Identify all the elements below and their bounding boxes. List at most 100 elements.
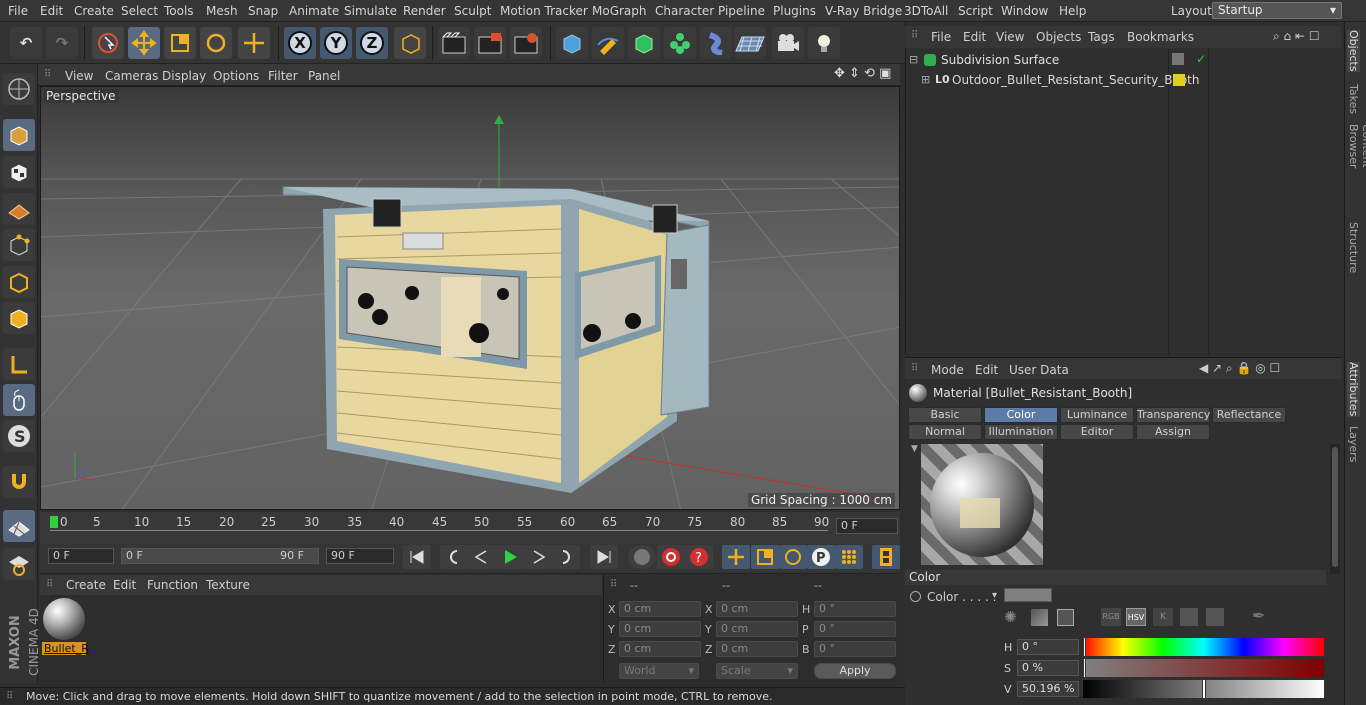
magnet-icon[interactable] [3,466,35,498]
tab-assign[interactable]: Assign [1136,424,1210,440]
points-mode-icon[interactable] [3,229,35,261]
menu-simulate[interactable]: Simulate [344,4,397,18]
menu-plugins[interactable]: Plugins [773,4,816,18]
autokey-off-icon[interactable] [628,545,656,569]
pos-x-field[interactable]: 0 cm [619,601,701,617]
polygons-mode-icon[interactable] [3,302,35,334]
perspective-viewport[interactable]: Perspective Grid Spacing : 1000 cm [40,86,900,510]
menu-render[interactable]: Render [403,4,446,18]
objects-menu-objects[interactable]: Objects [1036,30,1081,44]
move-tool-icon[interactable] [128,27,160,59]
playhead[interactable] [50,516,58,528]
side-tab-content-browser[interactable]: Content Browser [1347,124,1366,209]
menu-select[interactable]: Select [121,4,158,18]
hsv-mode-button[interactable]: HSV [1126,608,1146,626]
visibility-toggle-icon[interactable] [1172,53,1184,65]
menu-script[interactable]: Script [958,4,993,18]
objects-menu-edit[interactable]: Edit [963,30,986,44]
pen-spline-icon[interactable] [592,27,624,59]
coordinate-system-icon[interactable] [394,27,426,59]
menu-file[interactable]: File [8,4,28,18]
next-key-icon[interactable] [552,545,580,569]
saturation-slider[interactable] [1083,658,1324,678]
image-picker-icon[interactable] [1057,609,1074,626]
rgb-mode-button[interactable]: RGB [1101,608,1121,626]
coord-scale-select[interactable]: Scale ▾ [716,663,798,679]
light-icon[interactable] [808,27,840,59]
saturation-handle[interactable] [1083,658,1086,678]
objects-menu-view[interactable]: View [996,30,1024,44]
rot-p-field[interactable]: 0 ° [814,621,896,637]
size-y-field[interactable]: 0 cm [716,621,798,637]
deformer-icon[interactable] [700,27,732,59]
rot-h-field[interactable]: 0 ° [814,601,896,617]
tab-illumination[interactable]: Illumination [984,424,1058,440]
side-tab-objects[interactable]: Objects [1347,30,1360,72]
autokey-help-icon[interactable]: ? [685,545,713,569]
attr-scrollbar-thumb[interactable] [1332,447,1338,567]
viewport-menu-panel[interactable]: Panel [308,69,340,83]
menu-mesh[interactable]: Mesh [206,4,238,18]
menu-window[interactable]: Window [1001,4,1048,18]
menu-3dtoall[interactable]: 3DToAll [904,4,948,18]
pos-z-field[interactable]: 0 cm [619,641,701,657]
kelvin-mode-button[interactable]: K [1153,608,1173,626]
axis-mode-icon[interactable] [3,348,35,380]
go-to-start-icon[interactable] [403,545,431,569]
start-frame-field[interactable]: 0 F [48,548,114,564]
menu-motion-tracker[interactable]: Motion Tracker [500,4,588,18]
attr-nav-icons[interactable]: ◀ ↗ ⌕ 🔒 ◎ ☐ [1199,361,1280,376]
eyedropper-icon[interactable]: ✒ [1252,606,1265,625]
rot-b-field[interactable]: 0 ° [814,641,896,657]
tab-editor[interactable]: Editor [1060,424,1134,440]
menu-vray-bridge[interactable]: V-Ray Bridge [825,4,902,18]
viewport-menu-cameras[interactable]: Cameras [105,69,158,83]
menu-tools[interactable]: Tools [164,4,194,18]
tree-collapse-icon[interactable]: ⊟ [909,53,918,66]
undo-icon[interactable]: ↶ [10,27,42,59]
tab-normal[interactable]: Normal [908,424,982,440]
object-row-booth[interactable]: ⊞ L0 Outdoor_Bullet_Resistant_Security_B… [907,72,1199,90]
swatches-icon[interactable] [1206,608,1224,626]
z-axis-lock-icon[interactable]: Z [356,27,388,59]
frame-range-slider[interactable]: 0 F 90 F [121,548,319,564]
render-settings-icon[interactable] [510,27,542,59]
size-z-field[interactable]: 0 cm [716,641,798,657]
animate-color-icon[interactable] [910,591,921,602]
rotate-tool-icon[interactable] [200,27,232,59]
tweak-mode-icon[interactable] [3,384,35,416]
viewport-menu-view[interactable]: View [65,69,93,83]
side-tab-layers[interactable]: Layers [1347,426,1360,462]
menu-edit[interactable]: Edit [40,4,63,18]
redo-icon[interactable]: ↷ [46,27,78,59]
attr-menu-edit[interactable]: Edit [975,363,998,377]
color-expand-icon[interactable]: ▾ [992,590,997,601]
menu-pipeline[interactable]: Pipeline [718,4,765,18]
transform-tool-icon[interactable] [238,27,270,59]
snap-icon[interactable]: S [3,420,35,452]
attr-menu-user-data[interactable]: User Data [1009,363,1069,377]
menu-mograph[interactable]: MoGraph [592,4,647,18]
color-wheel-icon[interactable]: ✺ [1004,608,1017,626]
objects-menu-file[interactable]: File [931,30,951,44]
value-slider[interactable] [1083,679,1324,699]
attr-scrollbar[interactable] [1330,444,1340,574]
attr-menu-mode[interactable]: Mode [931,363,964,377]
tree-expand-icon[interactable]: ⊞ [921,73,930,86]
previous-key-icon[interactable] [440,545,468,569]
workplane-grid-icon[interactable] [3,510,35,542]
keyframe-position-icon[interactable] [722,545,750,569]
menu-snap[interactable]: Snap [248,4,278,18]
material-swatch[interactable]: Bullet_R [42,598,89,658]
pos-y-field[interactable]: 0 cm [619,621,701,637]
menu-create[interactable]: Create [74,4,114,18]
menu-sculpt[interactable]: Sculpt [454,4,491,18]
viewport-menu-filter[interactable]: Filter [268,69,298,83]
viewport-menu-display[interactable]: Display [162,69,206,83]
tab-basic[interactable]: Basic [908,407,982,423]
scale-tool-icon[interactable] [164,27,196,59]
tab-luminance[interactable]: Luminance [1060,407,1134,423]
enabled-check-icon[interactable]: ✓ [1196,52,1206,66]
previous-frame-icon[interactable] [468,545,496,569]
floor-icon[interactable] [734,27,766,59]
